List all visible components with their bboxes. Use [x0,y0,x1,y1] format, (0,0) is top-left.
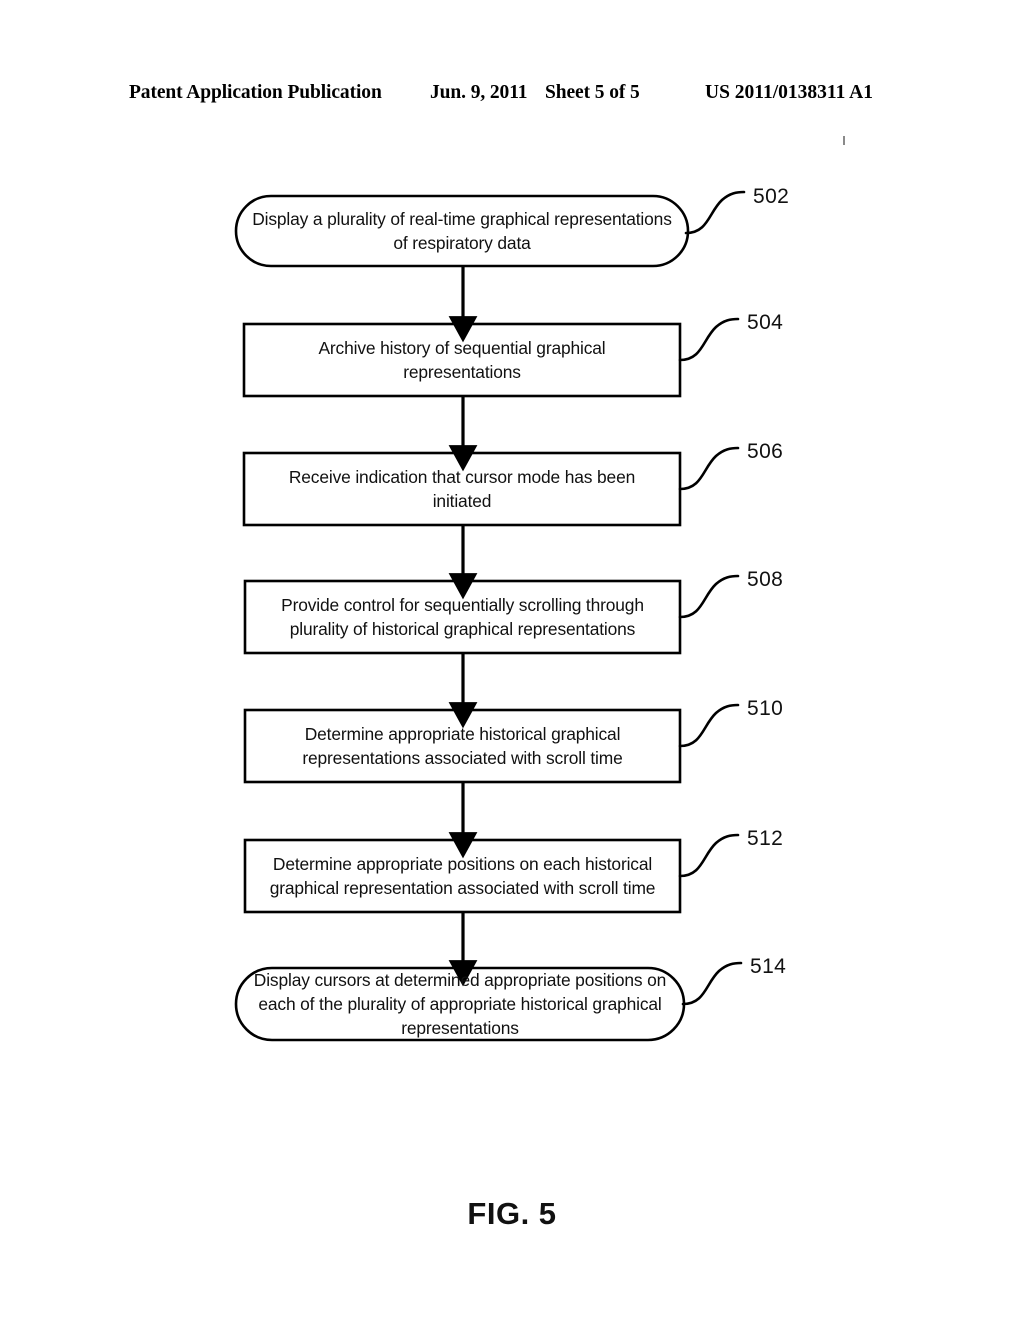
flow-ref-number-504: 504 [747,311,784,334]
flow-ref-number-502: 502 [753,185,790,208]
flow-node-510-label: Determine appropriate historical graphic… [302,724,623,768]
flow-node-502-label: Display a plurality of real-time graphic… [252,209,672,253]
flow-leader-506 [678,446,740,491]
flow-leader-514 [681,961,743,1006]
flow-node-512-label: Determine appropriate positions on each … [269,854,656,898]
flow-leader-512 [678,833,740,878]
flow-ref-number-512: 512 [747,827,784,850]
flow-ref-number-510: 510 [747,697,784,720]
flow-node-508-label: Provide control for sequentially scrolli… [281,595,644,639]
flow-leader-504 [678,317,740,362]
flow-ref-number-506: 506 [747,440,784,463]
flow-ref-number-508: 508 [747,568,784,591]
flow-node-514-label: Display cursors at determined appropriat… [253,970,667,1038]
flow-leader-502 [684,190,746,235]
flowchart-figure: Display a plurality of real-time graphic… [0,0,1024,1320]
flow-node-504-label: Archive history of sequential graphical … [318,338,606,382]
flow-node-506-label: Receive indication that cursor mode has … [288,467,636,511]
flow-ref-number-514: 514 [750,955,787,978]
flow-leader-508 [678,574,740,619]
figure-caption: FIG. 5 [467,1196,557,1231]
flow-leader-510 [678,703,740,748]
